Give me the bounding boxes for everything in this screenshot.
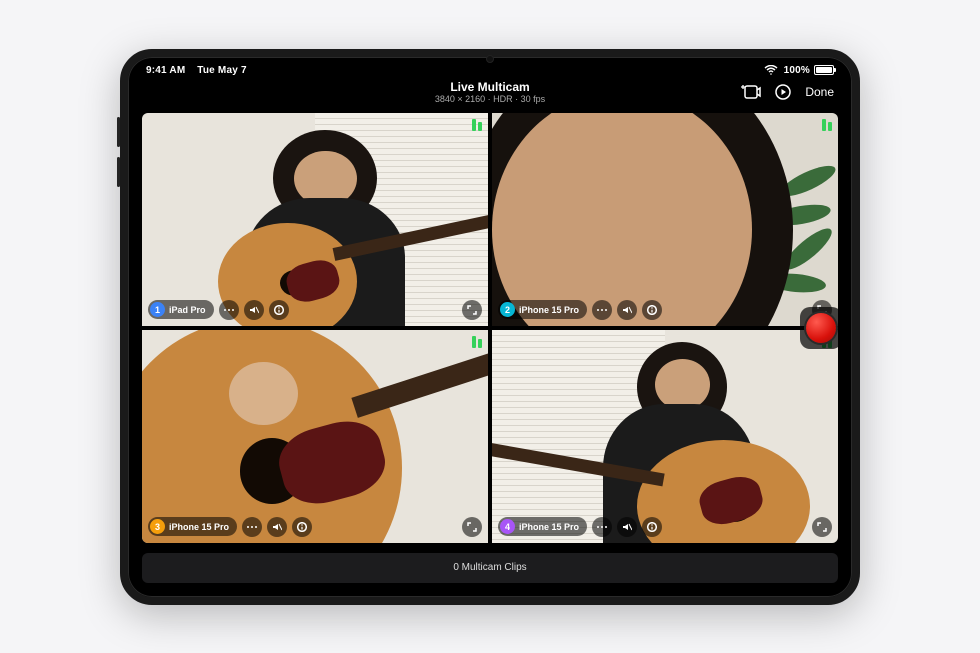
ipad-frame: 9:41 AM Tue May 7 100% Live Multicam 384…	[120, 49, 860, 605]
info-button[interactable]	[269, 300, 289, 320]
camera-label-pill[interactable]: 3 iPhone 15 Pro	[148, 517, 237, 536]
camera-number-badge: 1	[150, 302, 165, 317]
camera-label-pill[interactable]: 4 iPhone 15 Pro	[498, 517, 587, 536]
camera-feed-3[interactable]: 3 iPhone 15 Pro	[142, 330, 488, 543]
mute-button[interactable]	[244, 300, 264, 320]
mute-button[interactable]	[267, 517, 287, 537]
page-subtitle: 3840 × 2160 · HDR · 30 fps	[256, 94, 724, 105]
camera-notch	[486, 55, 494, 63]
battery-indicator: 100%	[784, 65, 834, 76]
camera-device-label: iPhone 15 Pro	[519, 305, 579, 315]
battery-icon	[814, 65, 834, 75]
camera-controls-row: 2 iPhone 15 Pro	[498, 300, 662, 320]
status-time: 9:41 AM	[146, 65, 185, 76]
wifi-icon	[764, 65, 778, 75]
camera-feed-1[interactable]: 1 iPad Pro	[142, 113, 488, 326]
camera-controls-row: 1 iPad Pro	[148, 300, 289, 320]
video-preview	[492, 330, 838, 543]
info-button[interactable]	[642, 300, 662, 320]
audio-level-icon	[822, 119, 832, 131]
header-right-controls: Done	[724, 84, 834, 100]
status-date: Tue May 7	[197, 65, 246, 76]
audio-level-icon	[472, 119, 482, 131]
camera-number-badge: 4	[500, 519, 515, 534]
page-title: Live Multicam	[256, 80, 724, 94]
status-right: 100%	[764, 65, 834, 76]
header-center: Live Multicam 3840 × 2160 · HDR · 30 fps	[256, 80, 724, 105]
app-header: Live Multicam 3840 × 2160 · HDR · 30 fps…	[128, 78, 852, 113]
audio-level-icon	[472, 336, 482, 348]
record-button[interactable]	[800, 307, 842, 349]
expand-button[interactable]	[462, 517, 482, 537]
camera-feed-4[interactable]: 4 iPhone 15 Pro	[492, 330, 838, 543]
more-options-button[interactable]	[219, 300, 239, 320]
battery-percent: 100%	[784, 65, 810, 76]
camera-controls-row: 3 iPhone 15 Pro	[148, 517, 312, 537]
camera-controls-row: 4 iPhone 15 Pro	[498, 517, 662, 537]
multicam-grid: 1 iPad Pro	[142, 113, 838, 543]
play-button[interactable]	[775, 84, 791, 100]
mute-button[interactable]	[617, 517, 637, 537]
camera-label-pill[interactable]: 2 iPhone 15 Pro	[498, 300, 587, 319]
more-options-button[interactable]	[592, 300, 612, 320]
camera-label-pill[interactable]: 1 iPad Pro	[148, 300, 214, 319]
camera-device-label: iPhone 15 Pro	[169, 522, 229, 532]
info-button[interactable]	[292, 517, 312, 537]
clip-tray[interactable]: 0 Multicam Clips	[142, 553, 838, 583]
camera-number-badge: 2	[500, 302, 515, 317]
done-button[interactable]: Done	[805, 85, 834, 99]
mute-button[interactable]	[617, 300, 637, 320]
camera-device-label: iPhone 15 Pro	[519, 522, 579, 532]
camera-feed-2[interactable]: 2 iPhone 15 Pro	[492, 113, 838, 326]
info-button[interactable]	[642, 517, 662, 537]
more-options-button[interactable]	[242, 517, 262, 537]
video-preview	[142, 113, 488, 326]
expand-button[interactable]	[812, 517, 832, 537]
clip-count-label: 0 Multicam Clips	[453, 562, 526, 573]
video-preview	[492, 113, 838, 326]
video-preview	[142, 330, 488, 543]
add-camera-button[interactable]	[741, 84, 761, 100]
more-options-button[interactable]	[592, 517, 612, 537]
expand-button[interactable]	[462, 300, 482, 320]
camera-device-label: iPad Pro	[169, 305, 206, 315]
camera-number-badge: 3	[150, 519, 165, 534]
record-icon	[806, 313, 836, 343]
status-left: 9:41 AM Tue May 7	[146, 65, 247, 76]
